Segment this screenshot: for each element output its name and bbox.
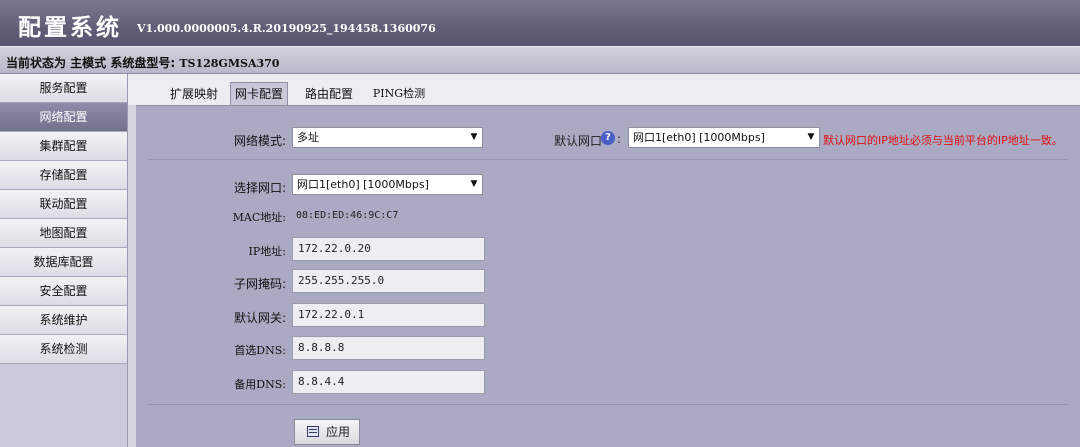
network-mode-value: 多址 [297, 131, 319, 144]
select-port-label: 选择网口: [233, 181, 286, 195]
status-bar: 当前状态为 主模式 系统盘型号: TS128GMSA370 [0, 46, 1080, 74]
tab-ping-check[interactable]: PING检测 [368, 83, 430, 105]
default-port-label: 默认网口 [554, 134, 603, 148]
default-port-select[interactable]: 网口1[eth0] [1000Mbps] ▼ [628, 127, 820, 148]
nic-config-panel: 网络模式: 多址 ▼ 默认网口 ? : 网口1[eth0] [1000Mbps]… [136, 105, 1080, 447]
default-port-value: 网口1[eth0] [1000Mbps] [633, 131, 765, 144]
chevron-down-icon: ▼ [807, 132, 815, 142]
dns2-input[interactable]: 8.8.4.4 [292, 370, 485, 394]
sidebar-item-linkage[interactable]: 联动配置 [0, 190, 127, 219]
default-port-colon: : [617, 132, 622, 146]
network-mode-select[interactable]: 多址 ▼ [292, 127, 483, 148]
sidebar-item-network[interactable]: 网络配置 [0, 103, 127, 132]
help-icon[interactable]: ? [601, 131, 615, 145]
ip-label: IP地址: [248, 245, 286, 258]
subnet-input[interactable]: 255.255.255.0 [292, 269, 485, 293]
dns1-input[interactable]: 8.8.8.8 [292, 336, 485, 360]
dns1-label: 首选DNS: [234, 344, 286, 357]
apply-icon [307, 426, 319, 437]
app-title: 配置系统 [18, 15, 122, 41]
app-header: 配置系统 V1.000.0000005.4.R.20190925_194458.… [0, 0, 1080, 46]
status-text: 当前状态为 主模式 系统盘型号: TS128GMSA370 [6, 54, 279, 71]
sidebar-item-cluster[interactable]: 集群配置 [0, 132, 127, 161]
sidebar-item-map[interactable]: 地图配置 [0, 219, 127, 248]
tab-nic-config[interactable]: 网卡配置 [230, 82, 288, 106]
sidebar-item-maintenance[interactable]: 系统维护 [0, 306, 127, 335]
gateway-input[interactable]: 172.22.0.1 [292, 303, 485, 327]
sidebar-item-service[interactable]: 服务配置 [0, 74, 127, 103]
divider [148, 159, 1068, 160]
sidebar-item-database[interactable]: 数据库配置 [0, 248, 127, 277]
sidebar-nav: 服务配置 网络配置 集群配置 存储配置 联动配置 地图配置 数据库配置 安全配置… [0, 74, 128, 447]
chevron-down-icon: ▼ [470, 179, 478, 189]
sidebar-item-security[interactable]: 安全配置 [0, 277, 127, 306]
network-mode-label: 网络模式: [233, 134, 286, 148]
gateway-label: 默认网关: [233, 311, 286, 325]
status-label: 当前状态为 主模式 系统盘型号: [6, 56, 176, 70]
subnet-label: 子网掩码: [233, 277, 286, 291]
app-version: V1.000.0000005.4.R.20190925_194458.13600… [137, 22, 436, 35]
disk-model: TS128GMSA370 [179, 57, 280, 70]
chevron-down-icon: ▼ [470, 132, 478, 142]
select-port-dropdown[interactable]: 网口1[eth0] [1000Mbps] ▼ [292, 174, 483, 195]
mac-label: MAC地址: [232, 211, 286, 224]
default-port-note: 默认网口的IP地址必须与当前平台的IP地址一致。 [823, 134, 1063, 147]
tab-route-config[interactable]: 路由配置 [300, 83, 358, 105]
mac-value: 08:ED:ED:46:9C:C7 [296, 210, 399, 221]
apply-label: 应用 [326, 425, 351, 439]
select-port-value: 网口1[eth0] [1000Mbps] [297, 178, 429, 191]
sidebar-item-diagnostics[interactable]: 系统检测 [0, 335, 127, 364]
tab-bar: 扩展映射 网卡配置 路由配置 PING检测 [128, 74, 1080, 106]
ip-input[interactable]: 172.22.0.20 [292, 237, 485, 261]
sidebar-item-storage[interactable]: 存储配置 [0, 161, 127, 190]
apply-button[interactable]: 应用 [294, 419, 360, 445]
dns2-label: 备用DNS: [234, 378, 286, 391]
main-content: 扩展映射 网卡配置 路由配置 PING检测 网络模式: 多址 ▼ 默认网口 ? … [128, 74, 1080, 447]
tab-extension-mapping[interactable]: 扩展映射 [164, 83, 224, 105]
divider [148, 404, 1068, 405]
